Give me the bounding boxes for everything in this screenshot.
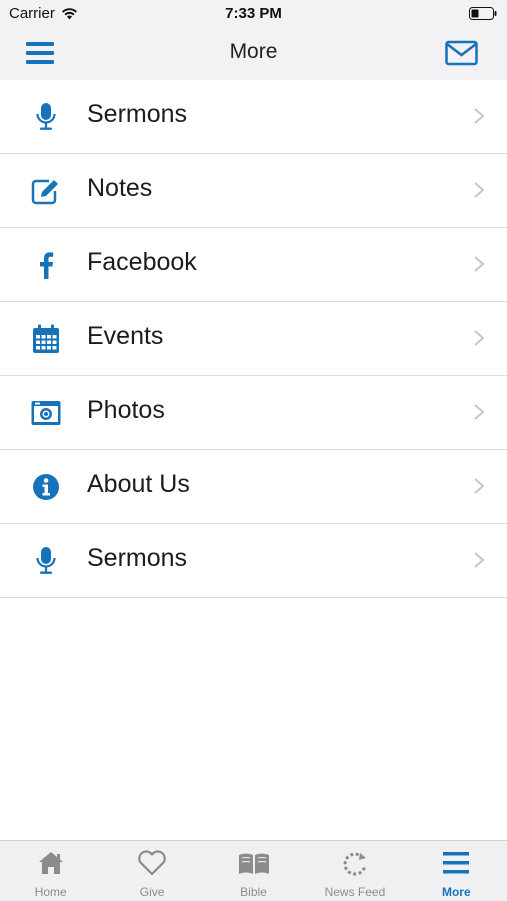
book-icon (238, 853, 269, 874)
status-bar: Carrier 7:33 PM (0, 0, 507, 28)
menu-item-label: Events (87, 322, 164, 350)
camera-icon (31, 398, 61, 428)
menu-item-facebook[interactable]: Facebook (0, 228, 507, 302)
tab-label: Bible (240, 885, 267, 899)
microphone-icon (31, 102, 61, 132)
menu-item-label: Sermons (87, 544, 188, 572)
more-menu-list: Sermons Notes Facebook Events Photos Abo… (0, 80, 507, 840)
tab-label: Give (139, 885, 165, 899)
edit-note-icon (31, 176, 61, 206)
menu-item-notes[interactable]: Notes (0, 154, 507, 228)
menu-item-about-us[interactable]: About Us (0, 450, 507, 524)
chevron-right-icon (474, 256, 485, 272)
tab-bar: Home Give Bible News Feed More (0, 840, 507, 901)
tab-bible[interactable]: Bible (203, 841, 304, 901)
tab-news-feed[interactable]: News Feed (304, 841, 405, 901)
menu-item-events[interactable]: Events (0, 302, 507, 376)
menu-item-sermons-2[interactable]: Sermons (0, 524, 507, 598)
chevron-right-icon (474, 108, 485, 124)
menu-item-label: About Us (87, 470, 190, 498)
menu-item-label: Notes (87, 174, 153, 202)
home-icon (38, 852, 63, 874)
tab-home[interactable]: Home (0, 841, 101, 901)
heart-icon (138, 850, 166, 876)
chevron-right-icon (474, 404, 485, 420)
status-time: 7:33 PM (225, 5, 282, 22)
mail-icon (445, 40, 478, 66)
menu-item-label: Sermons (87, 100, 188, 128)
menu-item-photos[interactable]: Photos (0, 376, 507, 450)
menu-item-label: Facebook (87, 248, 197, 276)
tab-label: Home (34, 885, 67, 899)
battery-icon (469, 7, 497, 20)
tab-label: News Feed (324, 885, 386, 899)
tab-give[interactable]: Give (101, 841, 202, 901)
info-icon (31, 472, 61, 502)
chevron-right-icon (474, 330, 485, 346)
page-title: More (229, 40, 278, 63)
microphone-icon (31, 546, 61, 576)
navigation-bar: More (0, 28, 507, 80)
tab-label: More (441, 885, 471, 899)
calendar-icon (31, 324, 61, 354)
facebook-icon (31, 250, 61, 280)
chevron-right-icon (474, 182, 485, 198)
hamburger-menu-icon (443, 852, 470, 874)
chevron-right-icon (474, 552, 485, 568)
mail-button[interactable] (445, 40, 478, 66)
chevron-right-icon (474, 478, 485, 494)
tab-more[interactable]: More (406, 841, 507, 901)
menu-item-sermons[interactable]: Sermons (0, 80, 507, 154)
refresh-icon (343, 852, 367, 876)
menu-item-label: Photos (87, 396, 165, 424)
